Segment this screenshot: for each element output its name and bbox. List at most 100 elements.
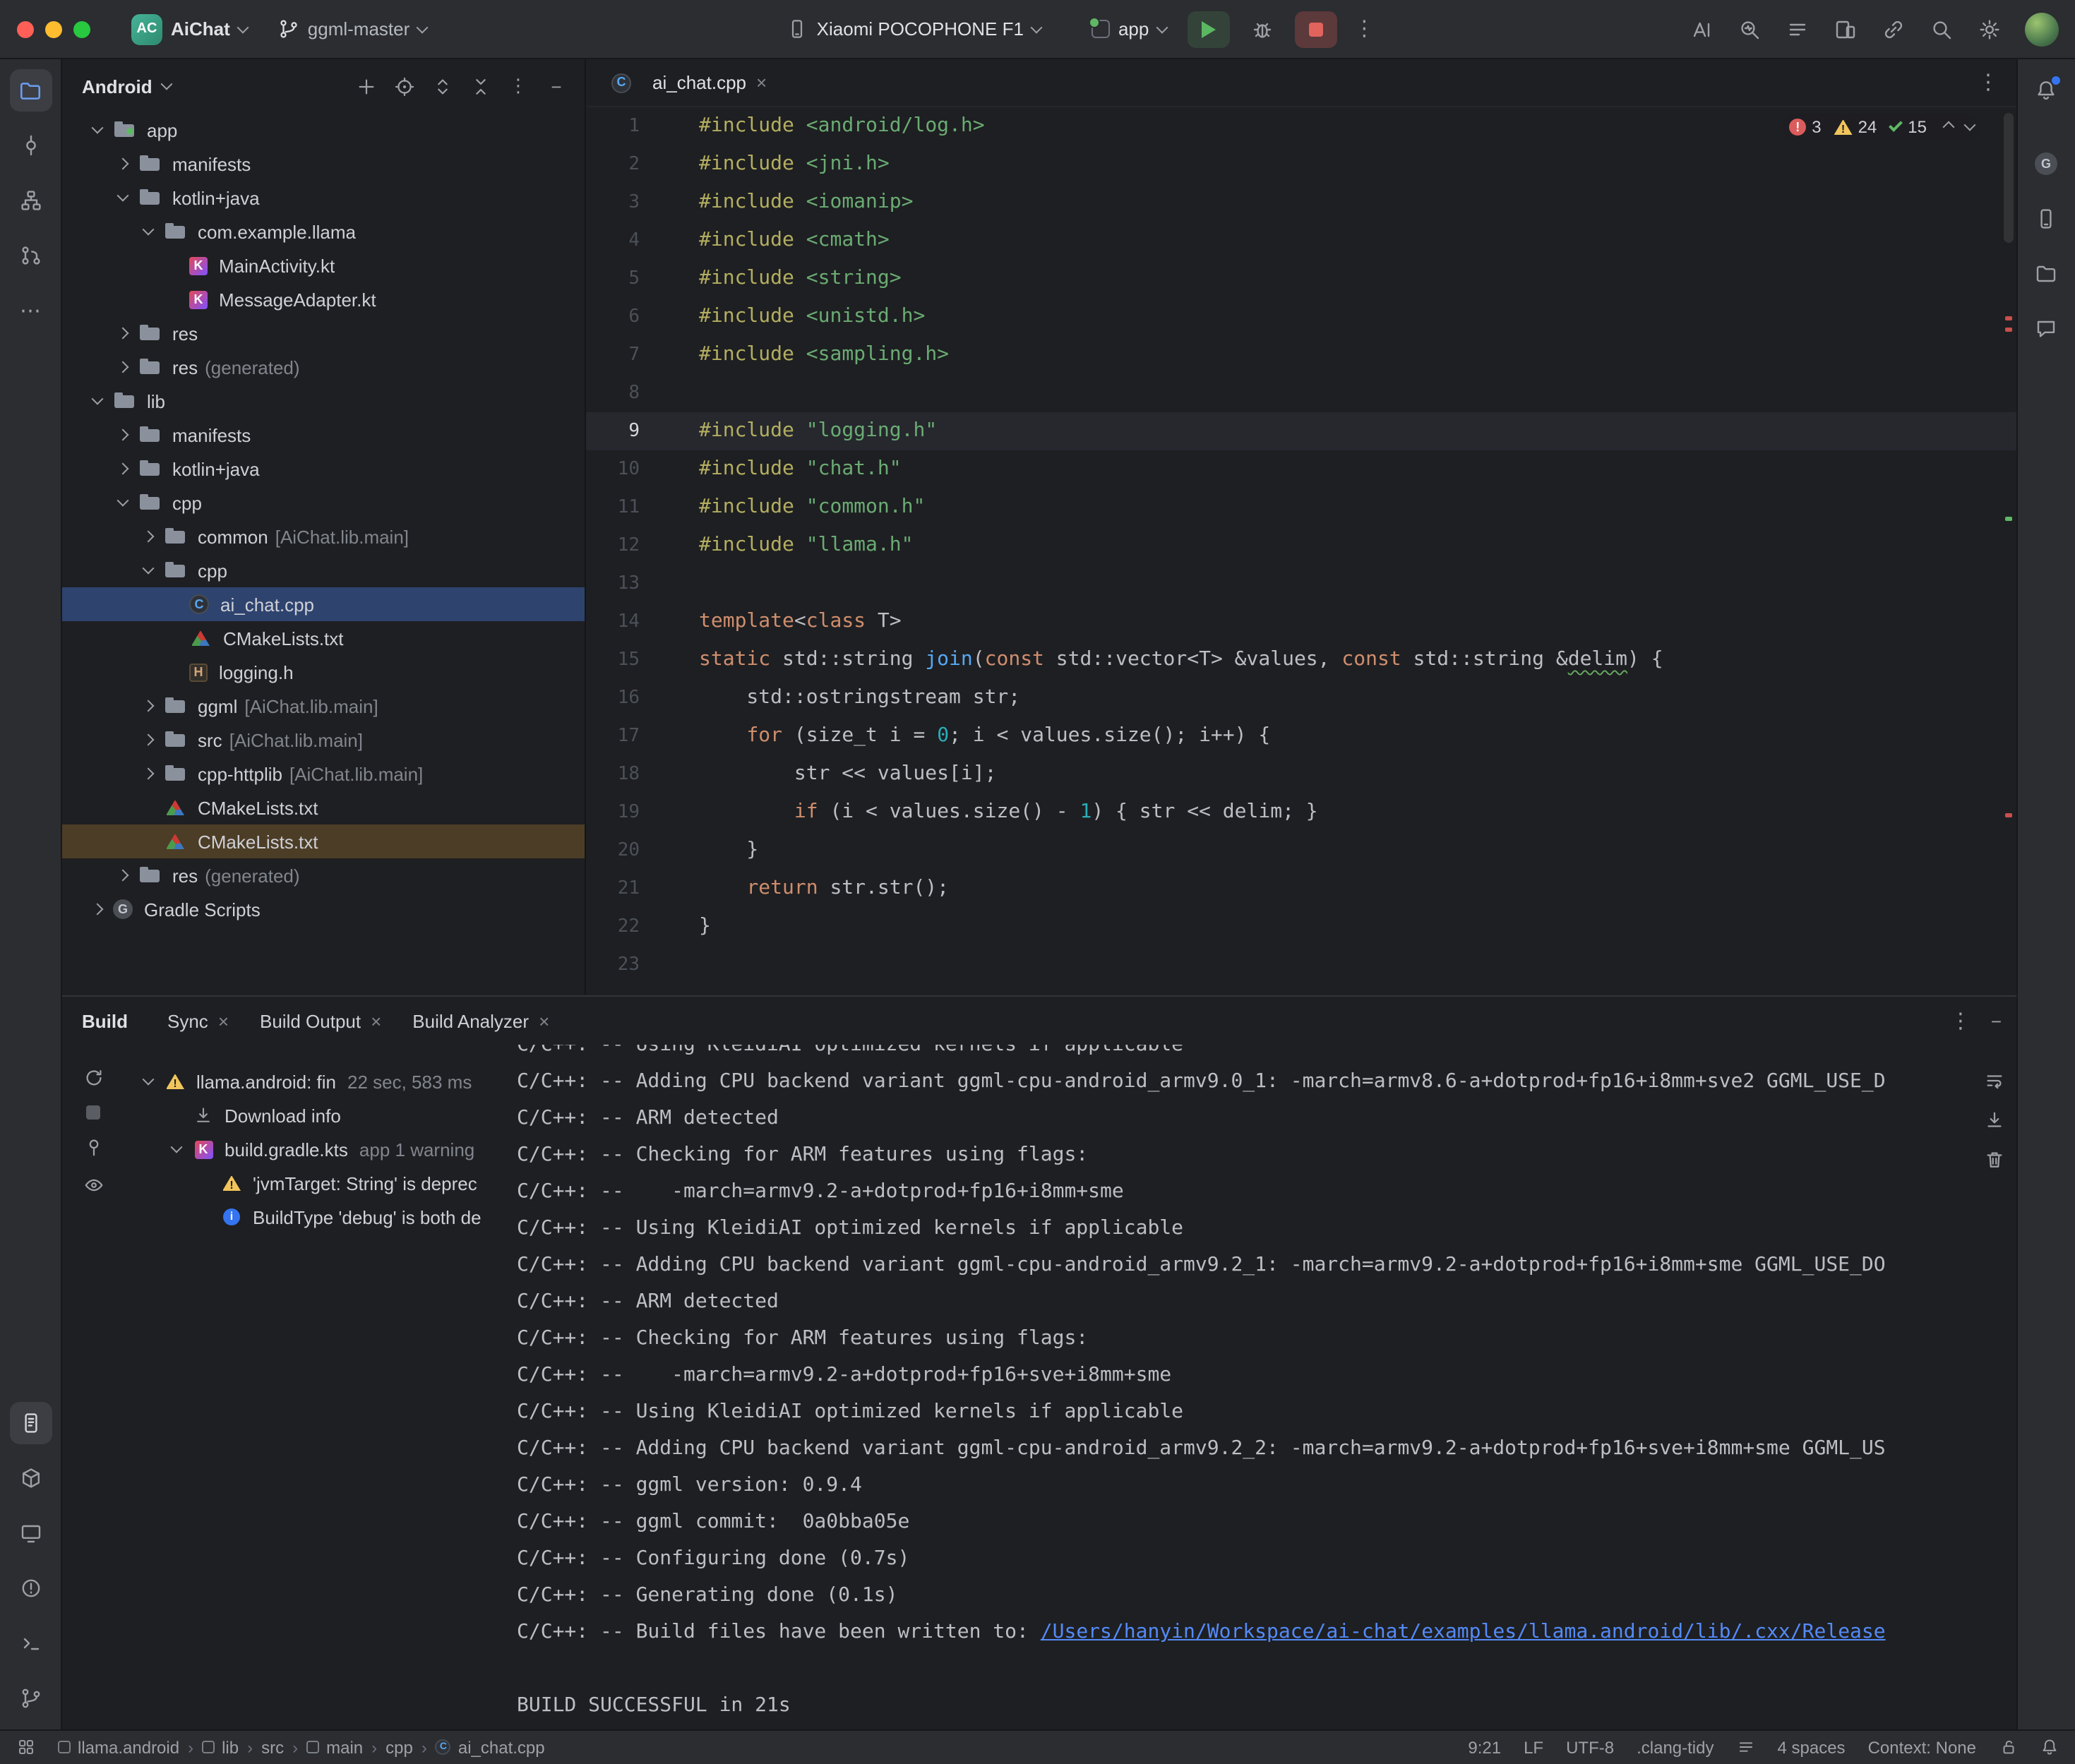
structure-toolwindow-button[interactable] [9, 179, 52, 222]
passed-count[interactable]: 15 [1889, 117, 1927, 137]
chevron-right-icon[interactable] [82, 905, 113, 913]
tree-item-kotlin-java[interactable]: kotlin+java [62, 181, 585, 215]
code-line-22[interactable]: 22} [586, 908, 2016, 946]
tree-item-src[interactable]: src [AiChat.lib.main] [62, 723, 585, 757]
notifications-button[interactable] [2025, 69, 2067, 112]
build-tab-sync[interactable]: Sync× [153, 1003, 243, 1038]
gradle-toolwindow-button[interactable]: G [2025, 143, 2067, 185]
chevron-down-icon[interactable] [107, 193, 138, 202]
chevron-right-icon[interactable] [133, 736, 164, 744]
close-icon[interactable]: × [218, 1012, 229, 1030]
soft-wrap-icon[interactable] [1983, 1070, 2004, 1091]
lock-icon[interactable] [1999, 1738, 2017, 1756]
build-tree-item-llama-android-fin[interactable]: llama.android: fin22 sec, 583 ms [124, 1064, 503, 1098]
profiler-button[interactable] [1728, 11, 1770, 47]
code-line-21[interactable]: 21 return str.str(); [586, 870, 2016, 908]
tree-item-com-example-llama[interactable]: com.example.llama [62, 215, 585, 248]
project-view-mode[interactable]: Android [82, 76, 153, 97]
version-control-toolwindow-button[interactable] [9, 1676, 52, 1719]
tree-item-gradle-scripts[interactable]: GGradle Scripts [62, 892, 585, 926]
rerun-sync-icon[interactable] [83, 1067, 104, 1088]
tree-item-res[interactable]: res [62, 316, 585, 350]
tree-item-cmakelists-txt[interactable]: CMakeLists.txt [62, 791, 585, 824]
next-problem-button[interactable] [1963, 119, 1975, 131]
warning-count[interactable]: 24 [1834, 117, 1877, 137]
more-toolwindows-button[interactable]: ⋯ [9, 289, 52, 332]
code-line-17[interactable]: 17 for (size_t i = 0; i < values.size();… [586, 717, 2016, 755]
chevron-right-icon[interactable] [133, 532, 164, 541]
code-line-13[interactable]: 13 [586, 565, 2016, 603]
code-line-12[interactable]: 12#include "llama.h" [586, 527, 2016, 565]
code-assist-button[interactable] [1680, 11, 1722, 47]
code-style-icon[interactable] [1737, 1738, 1755, 1756]
close-icon[interactable]: × [756, 73, 767, 92]
vcs-branch-widget[interactable]: ggml-master [268, 13, 437, 45]
tree-item-mainactivity-kt[interactable]: KMainActivity.kt [62, 248, 585, 282]
link-button[interactable] [1872, 11, 1914, 47]
tree-item-lib[interactable]: lib [62, 384, 585, 418]
minimize-window-button[interactable] [45, 20, 62, 37]
inspections-widget[interactable]: !3 24 15 [1783, 114, 1979, 140]
workspace-grid-icon[interactable] [17, 1738, 35, 1756]
code-line-20[interactable]: 20 } [586, 832, 2016, 870]
build-output-path-link[interactable]: /Users/hanyin/Workspace/ai-chat/examples… [1041, 1621, 1886, 1643]
status-notifications-icon[interactable] [2040, 1738, 2058, 1756]
chevron-down-icon[interactable] [82, 126, 113, 134]
stop-button[interactable] [1294, 11, 1337, 47]
device-mirror-button[interactable] [1824, 11, 1866, 47]
build-toolwindow-button[interactable] [9, 1456, 52, 1499]
breadcrumb-src[interactable]: src [261, 1737, 284, 1757]
caret-position[interactable]: 9:21 [1468, 1737, 1501, 1757]
chevron-right-icon[interactable] [107, 160, 138, 168]
tree-item-cmakelists-txt[interactable]: CMakeLists.txt [62, 621, 585, 655]
debug-button[interactable] [1240, 11, 1283, 47]
run-button[interactable] [1187, 11, 1229, 47]
stripe-mark[interactable] [2004, 813, 2011, 817]
chevron-down-icon[interactable] [133, 227, 164, 236]
project-toolwindow-button[interactable] [9, 69, 52, 112]
build-tab-build-analyzer[interactable]: Build Analyzer× [398, 1003, 563, 1038]
stripe-mark[interactable] [2004, 517, 2011, 521]
project-widget[interactable]: AC AiChat [121, 8, 257, 50]
collapse-all-button[interactable] [463, 69, 497, 103]
tree-item-res[interactable]: res (generated) [62, 858, 585, 892]
build-panel-title[interactable]: Build [82, 1010, 128, 1031]
line-separator[interactable]: LF [1524, 1737, 1543, 1757]
code-area[interactable]: 1#include <android/log.h>2#include <jni.… [586, 107, 2016, 995]
commit-toolwindow-button[interactable] [9, 124, 52, 167]
pull-requests-toolwindow-button[interactable] [9, 234, 52, 277]
chevron-right-icon[interactable] [107, 464, 138, 473]
code-line-9[interactable]: 9#include "logging.h" [586, 412, 2016, 450]
prev-problem-button[interactable] [1942, 121, 1954, 133]
tree-item-manifests[interactable]: manifests [62, 147, 585, 181]
tree-item-cpp-httplib[interactable]: cpp-httplib [AiChat.lib.main] [62, 757, 585, 791]
more-actions-menu[interactable]: ⋮ [1348, 18, 1380, 40]
chevron-down-icon[interactable] [161, 1145, 192, 1153]
tree-item-kotlin-java[interactable]: kotlin+java [62, 452, 585, 486]
code-line-5[interactable]: 5#include <string> [586, 260, 2016, 298]
build-tab-build-output[interactable]: Build Output× [246, 1003, 395, 1038]
tree-item-ggml[interactable]: ggml [AiChat.lib.main] [62, 689, 585, 723]
scroll-to-end-icon[interactable] [1983, 1110, 2004, 1131]
tree-item-cpp[interactable]: cpp [62, 486, 585, 520]
indent-style[interactable]: 4 spaces [1778, 1737, 1846, 1757]
code-line-16[interactable]: 16 std::ostringstream str; [586, 679, 2016, 717]
breadcrumb-cpp[interactable]: cpp [385, 1737, 413, 1757]
clang-tidy-status[interactable]: .clang-tidy [1637, 1737, 1714, 1757]
tree-item-app[interactable]: app [62, 113, 585, 147]
tree-item-cpp[interactable]: cpp [62, 553, 585, 587]
user-avatar[interactable] [2024, 12, 2058, 46]
tree-item-cmakelists-txt[interactable]: CMakeLists.txt [62, 824, 585, 858]
editor-options-menu[interactable]: ⋮ [1972, 72, 2016, 93]
close-window-button[interactable] [17, 20, 34, 37]
run-configuration-selector[interactable]: app [1082, 13, 1176, 45]
tree-item-ai-chat-cpp[interactable]: Cai_chat.cpp [62, 587, 585, 621]
device-manager-toolwindow-button[interactable] [2025, 198, 2067, 240]
hide-build-panel-button[interactable]: − [1991, 1010, 2002, 1031]
breadcrumb-main[interactable]: main [306, 1737, 363, 1757]
chevron-right-icon[interactable] [133, 769, 164, 778]
logcat-toolwindow-button[interactable] [9, 1401, 52, 1444]
code-line-7[interactable]: 7#include <sampling.h> [586, 336, 2016, 374]
chevron-right-icon[interactable] [107, 431, 138, 439]
build-panel-options[interactable]: ⋮ [1944, 1010, 1977, 1031]
